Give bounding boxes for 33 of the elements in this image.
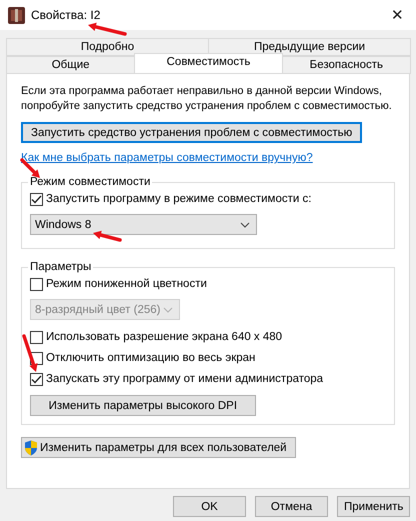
checkbox-label: Использовать разрешение экрана 640 x 480 [46, 331, 282, 343]
annotation-arrow [22, 334, 38, 372]
dialog-button[interactable]: OK [173, 496, 246, 517]
tab[interactable]: Безопасность [282, 56, 411, 74]
checkbox-label: Запустить программу в режиме совместимости с: [46, 193, 312, 205]
dialog-button[interactable]: Отмена [255, 496, 328, 517]
annotation-arrow [93, 230, 122, 242]
checkbox-label: Режим пониженной цветности [46, 278, 207, 290]
checkbox[interactable] [30, 278, 43, 290]
close-button[interactable]: ✕ [387, 6, 408, 24]
checkbox-label: Отключить оптимизацию во весь экран [46, 352, 256, 364]
chevron-icon [163, 306, 173, 312]
troubleshoot-button[interactable]: Запустить средство устранения проблем с совместимостью [21, 122, 362, 143]
group-title: Режим совместимости [29, 176, 152, 188]
checkbox-label: Запускать эту программу от имени администратора [46, 373, 324, 385]
window-title: Свойства: I2 [31, 8, 102, 22]
annotation-arrow [88, 22, 127, 36]
os-dropdown[interactable]: Windows 8 [30, 214, 257, 235]
app-icon [8, 6, 25, 24]
chevron-icon [240, 222, 250, 228]
tab[interactable]: Общие [6, 56, 136, 74]
dialog-button[interactable]: Применить [337, 496, 410, 517]
group-title: Параметры [29, 261, 92, 273]
description-text: Если эта программа работает неправильно в данной версии Windows, попробуйте запустить средство устранения проблем с совместимостью. [21, 84, 393, 114]
checkbox[interactable] [30, 372, 43, 386]
tab[interactable]: Совместимость [134, 53, 283, 73]
checkbox[interactable] [30, 192, 43, 206]
tab[interactable]: Предыдущие версии [208, 38, 411, 56]
all-users-button[interactable]: Изменить параметры для всех пользователей [21, 437, 296, 458]
checkbox[interactable] [30, 330, 43, 344]
dpi-button[interactable]: Изменить параметры высокого DPI [30, 395, 256, 416]
tab[interactable]: Подробно [6, 38, 209, 56]
shield-icon [24, 440, 38, 456]
